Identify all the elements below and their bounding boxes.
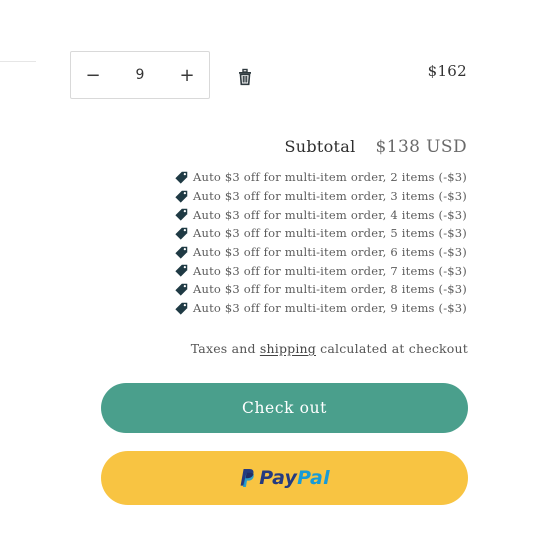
discount-list: Auto $3 off for multi-item order, 2 item…: [175, 168, 467, 318]
tag-icon: [175, 283, 188, 296]
quantity-stepper[interactable]: − 9 +: [70, 51, 210, 99]
discount-text: Auto $3 off for multi-item order, 5 item…: [192, 226, 467, 241]
paypal-word-pal: Pal: [297, 467, 330, 489]
paypal-logo-icon: [240, 469, 254, 487]
paypal-button[interactable]: PayPal: [101, 451, 468, 505]
tag-icon: [175, 227, 188, 240]
discount-item: Auto $3 off for multi-item order, 8 item…: [175, 280, 467, 299]
discount-item: Auto $3 off for multi-item order, 9 item…: [175, 299, 467, 318]
quantity-decrease-button[interactable]: −: [71, 52, 115, 98]
subtotal-row: Subtotal $138 USD: [284, 137, 467, 157]
checkout-button[interactable]: Check out: [101, 383, 468, 433]
shipping-link[interactable]: shipping: [260, 341, 316, 356]
discount-text: Auto $3 off for multi-item order, 4 item…: [192, 207, 467, 222]
line-item-price: $162: [427, 62, 467, 80]
paypal-word-pay: Pay: [259, 467, 298, 489]
discount-item: Auto $3 off for multi-item order, 2 item…: [175, 168, 467, 187]
tag-icon: [175, 302, 188, 315]
tag-icon: [175, 265, 188, 277]
discount-text: Auto $3 off for multi-item order, 6 item…: [192, 245, 467, 260]
divider: [0, 61, 36, 62]
discount-text: Auto $3 off for multi-item order, 7 item…: [192, 263, 467, 278]
subtotal-label: Subtotal: [284, 137, 356, 156]
subtotal-value: $138 USD: [375, 137, 467, 157]
discount-text: Auto $3 off for multi-item order, 3 item…: [192, 189, 467, 204]
discount-item: Auto $3 off for multi-item order, 5 item…: [175, 224, 467, 243]
discount-item: Auto $3 off for multi-item order, 6 item…: [175, 243, 467, 262]
tax-note: Taxes and shipping calculated at checkou…: [191, 341, 468, 356]
quantity-value[interactable]: 9: [115, 67, 165, 83]
discount-text: Auto $3 off for multi-item order, 2 item…: [192, 170, 467, 185]
paypal-wordmark: PayPal: [259, 467, 330, 489]
discount-item: Auto $3 off for multi-item order, 7 item…: [175, 261, 467, 280]
discount-text: Auto $3 off for multi-item order, 9 item…: [192, 301, 467, 316]
tag-icon: [175, 208, 188, 221]
tag-icon: [175, 246, 188, 259]
quantity-increase-button[interactable]: +: [165, 52, 209, 98]
discount-item: Auto $3 off for multi-item order, 4 item…: [175, 205, 467, 224]
tax-note-prefix: Taxes and: [190, 341, 260, 356]
trash-icon[interactable]: [237, 68, 253, 86]
discount-item: Auto $3 off for multi-item order, 3 item…: [175, 187, 467, 206]
discount-text: Auto $3 off for multi-item order, 8 item…: [192, 282, 467, 297]
tag-icon: [175, 171, 188, 184]
tag-icon: [175, 190, 188, 203]
tax-note-suffix: calculated at checkout: [316, 341, 468, 356]
